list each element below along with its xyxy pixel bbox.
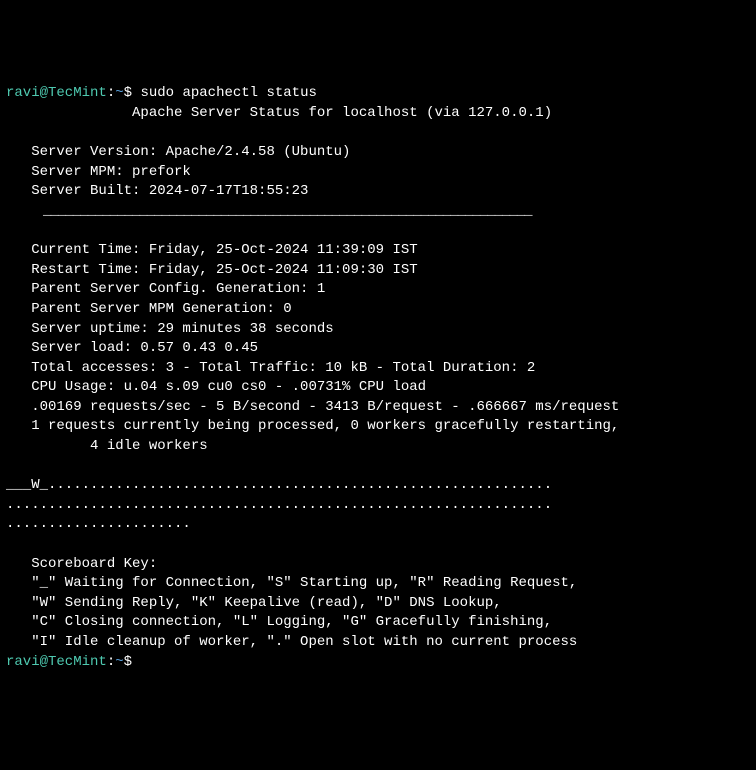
scoreboard-key-line: "_" Waiting for Connection, "S" Starting… [6,575,577,591]
scoreboard-row: ___W_...................................… [6,477,552,493]
server-version: Server Version: Apache/2.4.58 (Ubuntu) [6,144,350,160]
prompt-path: ~ [115,85,123,101]
parent-mpm-gen: Parent Server MPM Generation: 0 [6,301,292,317]
scoreboard-row: ...................... [6,516,191,532]
request-stats: .00169 requests/sec - 5 B/second - 3413 … [6,399,619,415]
current-time: Current Time: Friday, 25-Oct-2024 11:39:… [6,242,418,258]
server-uptime: Server uptime: 29 minutes 38 seconds [6,321,334,337]
prompt-colon: : [107,85,115,101]
cpu-usage: CPU Usage: u.04 s.09 cu0 cs0 - .00731% C… [6,379,426,395]
server-mpm: Server MPM: prefork [6,164,191,180]
prompt-dollar: $ [124,654,141,670]
total-accesses: Total accesses: 3 - Total Traffic: 10 kB… [6,360,535,376]
scoreboard-key-line: "W" Sending Reply, "K" Keepalive (read),… [6,595,502,611]
restart-time: Restart Time: Friday, 25-Oct-2024 11:09:… [6,262,418,278]
prompt-user: ravi@TecMint [6,654,107,670]
scoreboard-key-header: Scoreboard Key: [6,556,157,572]
terminal-output: ravi@TecMint:~$ sudo apachectl status Ap… [6,84,750,672]
prompt-colon: : [107,654,115,670]
blank-line [6,223,14,239]
server-built: Server Built: 2024-07-17T18:55:23 [6,183,308,199]
prompt-dollar: $ [124,85,141,101]
scoreboard-row: ........................................… [6,497,552,513]
status-title: Apache Server Status for localhost (via … [6,105,552,121]
prompt-line-2[interactable]: ravi@TecMint:~$ [6,654,140,670]
horizontal-rule: ________________________________________… [6,203,532,219]
workers-processing: 1 requests currently being processed, 0 … [6,418,619,434]
prompt-path: ~ [115,654,123,670]
blank-line [6,125,14,141]
scoreboard-key-line: "I" Idle cleanup of worker, "." Open slo… [6,634,577,650]
parent-config-gen: Parent Server Config. Generation: 1 [6,281,325,297]
scoreboard-key-line: "C" Closing connection, "L" Logging, "G"… [6,614,552,630]
prompt-user: ravi@TecMint [6,85,107,101]
blank-line [6,458,14,474]
server-load: Server load: 0.57 0.43 0.45 [6,340,258,356]
blank-line [6,536,14,552]
prompt-line-1: ravi@TecMint:~$ sudo apachectl status [6,85,317,101]
idle-workers: 4 idle workers [6,438,208,454]
command: sudo apachectl status [140,85,316,101]
